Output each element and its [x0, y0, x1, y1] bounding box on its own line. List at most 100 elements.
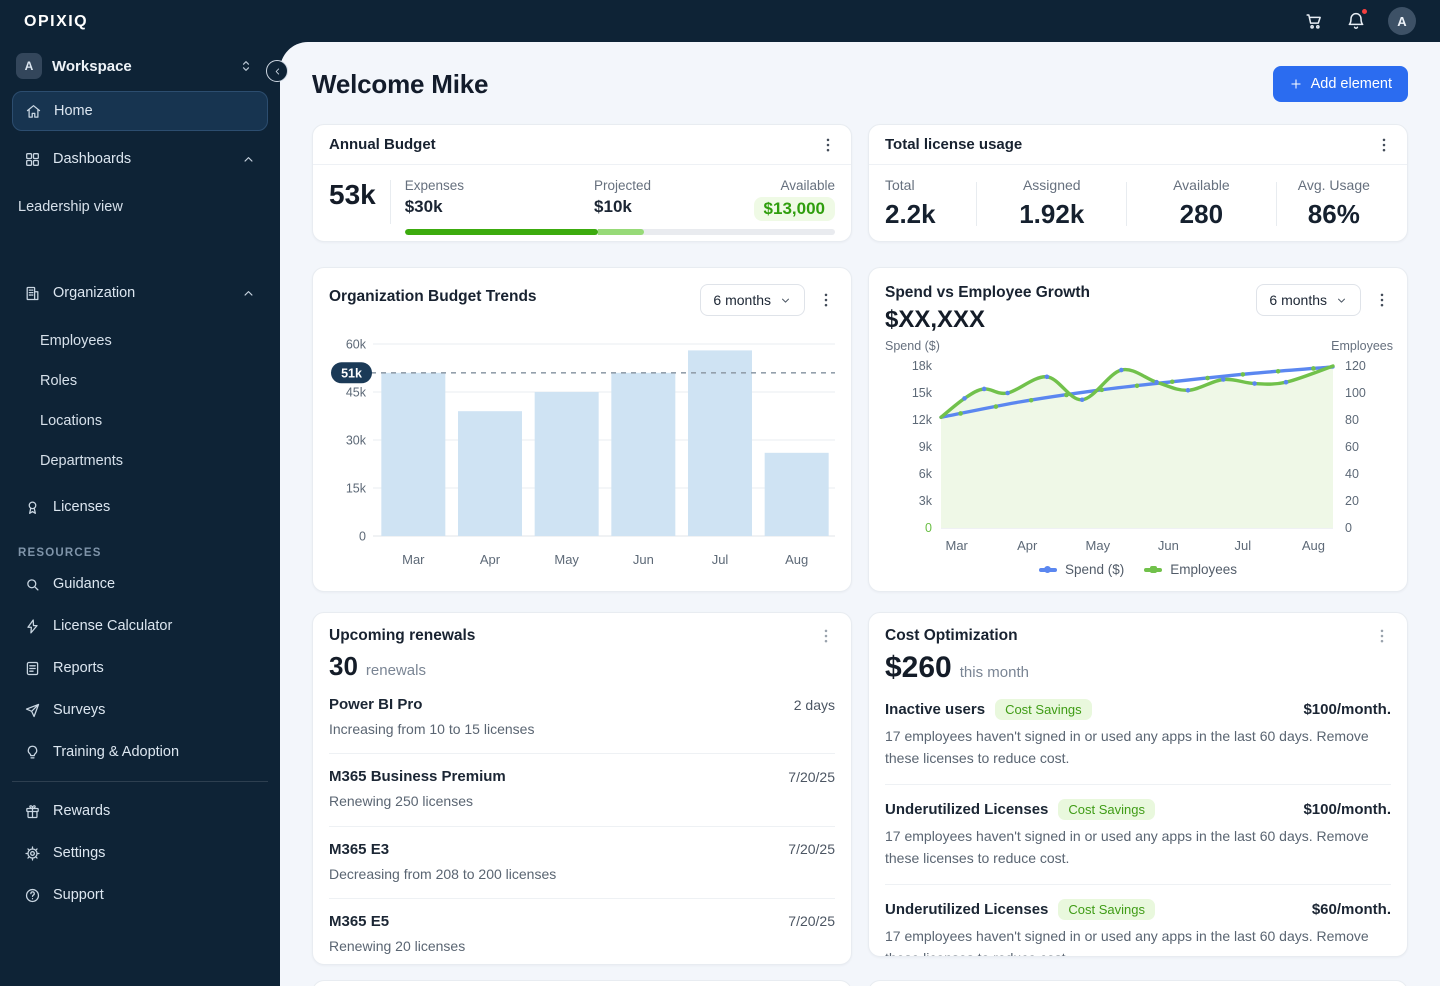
svg-text:15k: 15k [912, 386, 933, 400]
svg-text:20: 20 [1345, 494, 1359, 508]
partial-card [312, 980, 852, 986]
svg-text:0: 0 [925, 521, 932, 535]
svg-text:15k: 15k [346, 482, 367, 496]
workspace-label: Workspace [52, 57, 132, 75]
stat-value: 86% [1307, 199, 1360, 229]
svg-text:40: 40 [1345, 467, 1359, 481]
add-element-button[interactable]: Add element [1272, 66, 1408, 102]
svg-text:Mar: Mar [945, 538, 968, 553]
svg-text:Aug: Aug [1302, 538, 1325, 553]
svg-text:Apr: Apr [480, 552, 501, 567]
svg-text:60: 60 [1345, 440, 1359, 454]
stat-value: 1.92k [1019, 199, 1085, 229]
stat-label: Projected [594, 178, 652, 193]
avatar[interactable]: A [1388, 7, 1416, 35]
renewal-row[interactable]: M365 E3 7/20/25 Decreasing from 208 to 2… [329, 827, 835, 899]
svg-text:45k: 45k [346, 386, 367, 400]
partial-card [868, 980, 1408, 986]
sidebar-collapse-button[interactable] [266, 60, 288, 82]
resources-heading: RESOURCES [18, 547, 102, 559]
sidebar-item-locations[interactable]: Locations [0, 401, 280, 441]
sidebar-item-license-calculator[interactable]: License Calculator [12, 605, 268, 647]
svg-text:3k: 3k [919, 494, 933, 508]
report-icon [24, 660, 41, 677]
renewal-row[interactable]: M365 Business Premium 7/20/25 Renewing 2… [329, 754, 835, 827]
spend-growth-chart: Spend ($) Employees 3k 6k 9k 12k 15k 18k 0 20 40 60… [885, 339, 1393, 553]
chevron-up-icon [241, 286, 256, 301]
card-title: Spend vs Employee Growth [885, 284, 1090, 301]
stat-label: Assigned [1022, 177, 1081, 193]
kebab-menu-icon[interactable] [817, 291, 835, 309]
sidebar-item-surveys[interactable]: Surveys [12, 689, 268, 731]
renewals-count: 30 [329, 651, 358, 681]
svg-text:6k: 6k [919, 467, 933, 481]
sidebar-item-label: Surveys [53, 702, 106, 718]
card-title: Upcoming renewals [329, 627, 476, 644]
stat-label: Avg. Usage [1297, 177, 1370, 193]
gift-icon [24, 803, 41, 820]
sidebar-item-dashboards[interactable]: Dashboards [12, 139, 268, 179]
cost-optimization-row[interactable]: Inactive users Cost Savings $100/month. … [885, 685, 1391, 785]
progress-expenses-segment [404, 229, 599, 235]
sidebar-item-settings[interactable]: Settings [12, 832, 268, 874]
svg-text:Mar: Mar [402, 552, 425, 567]
sidebar-item-home[interactable]: Home [12, 91, 268, 131]
sidebar-item-rewards[interactable]: Rewards [12, 790, 268, 832]
sidebar-item-departments[interactable]: Departments [0, 441, 280, 481]
cost-optimization-row[interactable]: Underutilized Licenses Cost Savings $100… [885, 785, 1391, 885]
kebab-menu-icon[interactable] [817, 627, 835, 645]
workspace-avatar: A [16, 53, 42, 79]
cost-savings-badge: Cost Savings [1058, 798, 1155, 820]
cost-optimization-card: Cost Optimization $260 this month Inacti… [868, 612, 1408, 957]
cart-icon[interactable] [1304, 11, 1324, 31]
sidebar-item-label: Licenses [53, 499, 111, 515]
organization-icon [24, 285, 41, 302]
stat-value: $30k [404, 197, 443, 216]
kebab-menu-icon[interactable] [819, 136, 837, 154]
stat-label: Available [780, 178, 835, 193]
card-title: Total license usage [885, 136, 1023, 153]
divider [389, 180, 391, 224]
svg-text:120: 120 [1345, 359, 1366, 373]
sidebar-item-roles[interactable]: Roles [0, 361, 280, 401]
sidebar-item-label: Dashboards [53, 151, 132, 167]
bell-icon [1346, 12, 1366, 35]
sidebar-item-support[interactable]: Support [12, 874, 268, 916]
legend-spend: Spend ($) [1038, 562, 1124, 577]
sidebar-item-licenses[interactable]: Licenses [12, 487, 268, 527]
budget-trends-card: Organization Budget Trends 6 months 0 15k… [312, 267, 852, 592]
page-title: Welcome Mike [312, 68, 489, 99]
svg-text:51k: 51k [341, 366, 362, 380]
sidebar-item-employees[interactable]: Employees [0, 321, 280, 361]
svg-text:May: May [1086, 538, 1111, 553]
app-logo: OPIXIQ [24, 13, 89, 30]
cost-optimization-row[interactable]: Underutilized Licenses Cost Savings $60/… [885, 885, 1391, 956]
svg-text:100: 100 [1345, 386, 1366, 400]
svg-text:80: 80 [1345, 413, 1359, 427]
savings-amount-suffix: this month [959, 664, 1029, 681]
sidebar-item-organization[interactable]: Organization [12, 273, 268, 313]
plus-icon [1290, 79, 1301, 89]
send-icon [24, 702, 41, 719]
notifications-button[interactable] [1346, 7, 1369, 31]
licenses-icon [24, 499, 41, 516]
sidebar-item-label: Training & Adoption [53, 744, 180, 760]
sidebar-item-guidance[interactable]: Guidance [12, 563, 268, 605]
kebab-menu-icon[interactable] [1373, 627, 1391, 645]
sidebar-item-label: Reports [53, 660, 104, 676]
sidebar-item-leadership-view[interactable]: Leadership view [0, 187, 280, 227]
chevron-down-icon [782, 298, 789, 303]
svg-text:12k: 12k [912, 413, 933, 427]
range-select[interactable]: 6 months [700, 284, 805, 316]
renewal-row[interactable]: M365 E5 7/20/25 Renewing 20 licenses [329, 899, 835, 964]
kebab-menu-icon[interactable] [1373, 291, 1391, 309]
sidebar-item-reports[interactable]: Reports [12, 647, 268, 689]
cost-savings-badge: Cost Savings [995, 699, 1092, 720]
renewal-row[interactable]: Power BI Pro 2 days Increasing from 10 t… [329, 682, 835, 755]
main-content: Welcome Mike Add element Annual Budget 5… [280, 42, 1440, 986]
sidebar-item-training-adoption[interactable]: Training & Adoption [12, 731, 268, 773]
home-icon [25, 103, 42, 120]
range-select[interactable]: 6 months [1256, 284, 1361, 316]
workspace-switcher[interactable]: A Workspace [16, 53, 254, 79]
kebab-menu-icon[interactable] [1375, 136, 1393, 154]
